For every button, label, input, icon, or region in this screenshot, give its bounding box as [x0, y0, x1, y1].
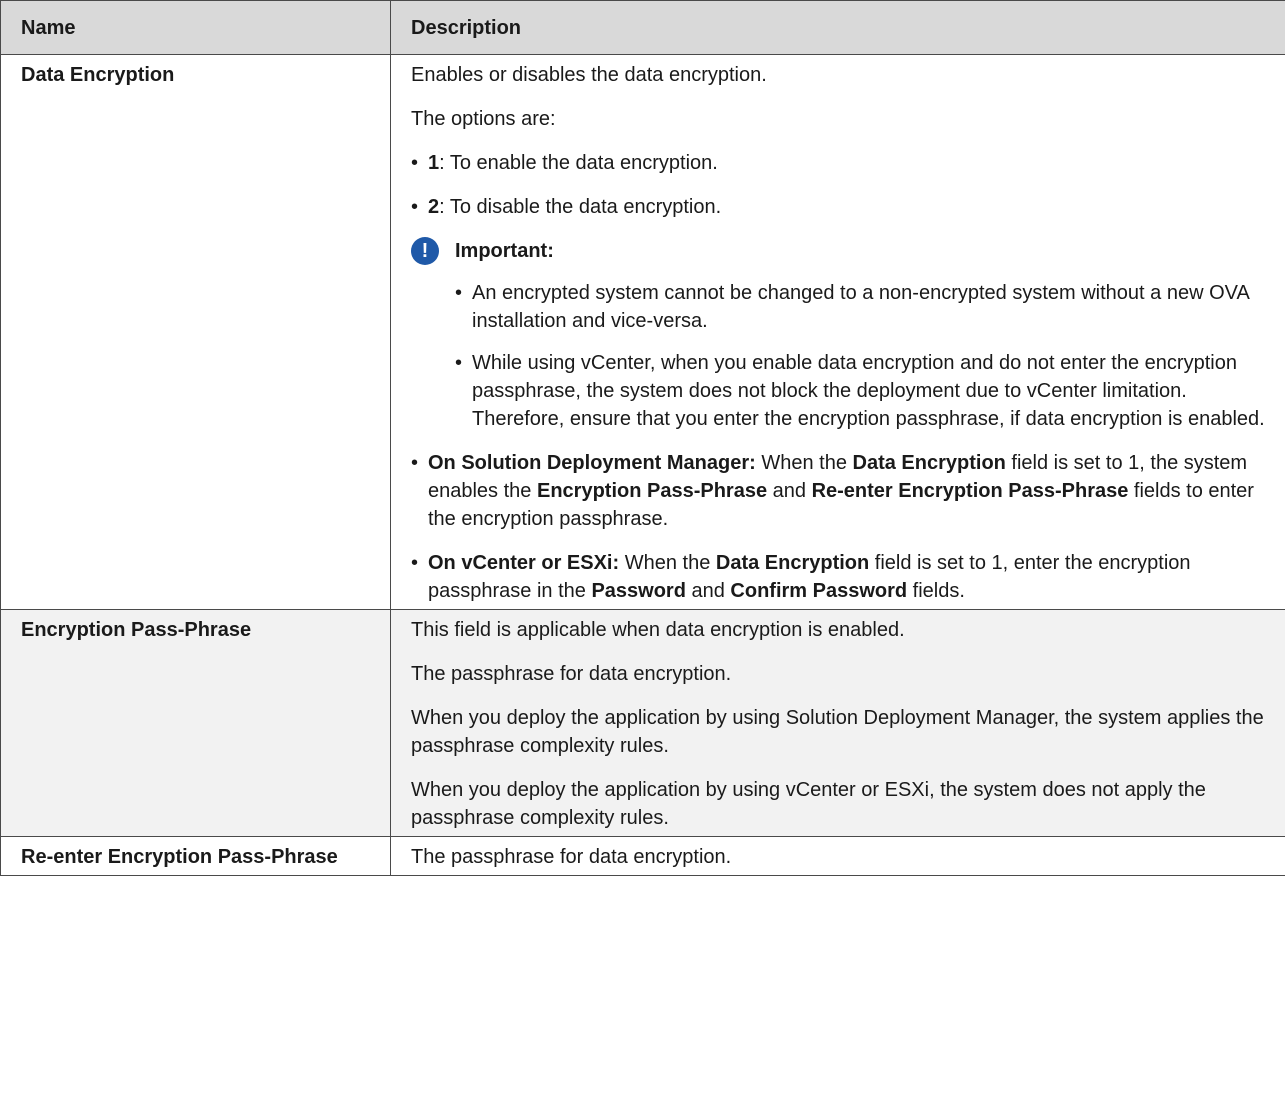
column-header-name: Name	[0, 0, 391, 55]
option-text: : To disable the data encryption.	[439, 196, 722, 218]
row-name-encryption-pass-phrase: Encryption Pass-Phrase	[0, 609, 391, 837]
description-text: When you deploy the application by using…	[411, 707, 1264, 757]
bullet-icon: •	[411, 196, 419, 218]
important-item: • While using vCenter, when you enable d…	[455, 349, 1275, 433]
description-text: Enables or disables the data encryption.	[411, 64, 767, 86]
row-description-encryption-pass-phrase: This field is applicable when data encry…	[390, 609, 1285, 837]
option-disable: • 2: To disable the data encryption.	[411, 193, 1275, 221]
options-intro: The options are:	[411, 108, 556, 130]
description-text: When you deploy the application by using…	[411, 779, 1206, 829]
bullet-icon: •	[411, 452, 419, 474]
row-name-reenter-encryption-pass-phrase: Re-enter Encryption Pass-Phrase	[0, 836, 391, 876]
description-text: The passphrase for data encryption.	[411, 846, 732, 868]
option-key: 2	[428, 196, 440, 218]
option-key: 1	[428, 152, 440, 174]
table-row: Encryption Pass-Phrase This field is app…	[0, 609, 1285, 837]
bullet-icon: •	[455, 352, 463, 374]
esx-note: • On vCenter or ESXi: When the Data Encr…	[411, 549, 1275, 605]
column-header-description: Description	[390, 0, 1285, 55]
bullet-icon: •	[411, 552, 419, 574]
bullet-icon: •	[411, 152, 419, 174]
parameter-table: Name Description Data Encryption Enables…	[0, 0, 1285, 876]
sdm-note: • On Solution Deployment Manager: When t…	[411, 449, 1275, 533]
table-header-row: Name Description	[0, 0, 1285, 55]
important-item: • An encrypted system cannot be changed …	[455, 279, 1275, 335]
option-enable: • 1: To enable the data encryption.	[411, 149, 1275, 177]
table-row: Data Encryption Enables or disables the …	[0, 54, 1285, 610]
row-name-data-encryption: Data Encryption	[0, 54, 391, 610]
description-text: The passphrase for data encryption.	[411, 663, 732, 685]
row-description-data-encryption: Enables or disables the data encryption.…	[390, 54, 1285, 610]
important-note: ! Important: • An encrypted system canno…	[411, 237, 1275, 433]
bullet-icon: •	[455, 282, 463, 304]
table-row: Re-enter Encryption Pass-Phrase The pass…	[0, 836, 1285, 876]
description-text: This field is applicable when data encry…	[411, 619, 905, 641]
row-description-reenter-encryption-pass-phrase: The passphrase for data encryption.	[390, 836, 1285, 876]
exclamation-circle-icon: !	[411, 237, 439, 265]
important-label: Important:	[455, 240, 554, 262]
option-text: : To enable the data encryption.	[439, 152, 718, 174]
